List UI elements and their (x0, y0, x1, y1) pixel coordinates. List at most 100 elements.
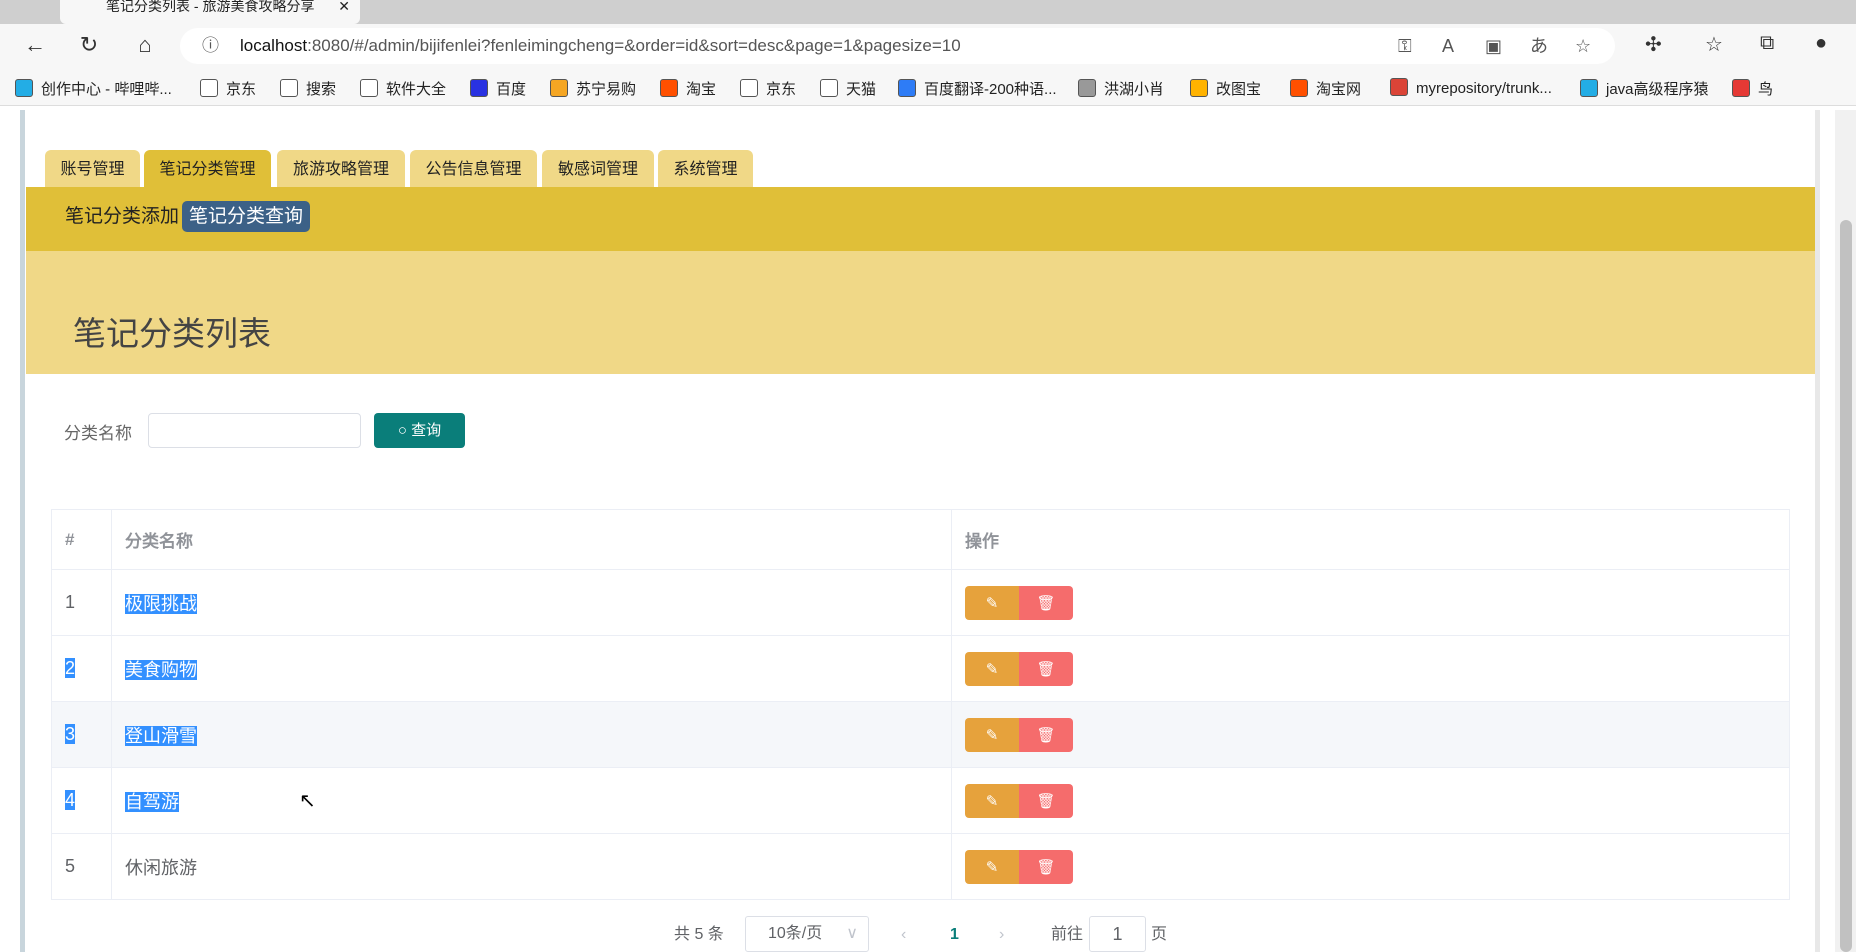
row-actions: ✎ 🗑 (951, 767, 1790, 834)
row-index-text: 1 (65, 592, 76, 612)
favorites-icon[interactable]: ☆ (1705, 32, 1723, 57)
col-name: 分类名称 (111, 509, 952, 570)
nav-tab-sensitive-words[interactable]: 敏感词管理 (542, 150, 654, 187)
row-index-text: 5 (65, 856, 76, 876)
edit-button[interactable]: ✎ (965, 717, 1019, 752)
info-icon[interactable]: ⓘ (202, 28, 219, 64)
edit-button[interactable]: ✎ (965, 651, 1019, 686)
read-aloud-icon[interactable]: A (1442, 28, 1454, 64)
bookmark-label: 软件大全 (386, 81, 447, 98)
nav-tab-travel-guides[interactable]: 旅游攻略管理 (277, 150, 405, 187)
bookmark-label: myrepository/trunk... (1416, 80, 1552, 97)
row-index: 2 (51, 635, 112, 702)
collections-icon[interactable]: ⧉ (1760, 32, 1774, 55)
reload-icon[interactable]: ↻ (74, 32, 104, 58)
translate-icon[interactable]: あ (1530, 28, 1548, 64)
bookmark-item[interactable]: 苏宁易购 (550, 78, 636, 99)
nav-tab-system[interactable]: 系统管理 (658, 150, 753, 187)
row-index-text: 2 (65, 658, 76, 678)
bookmark-item[interactable]: 搜索 (280, 78, 336, 99)
bookmark-label: 京东 (766, 81, 797, 98)
page-number-current[interactable]: 1 (950, 920, 959, 950)
bookmark-item[interactable]: 百度翻译-200种语... (898, 78, 1057, 99)
chevron-down-icon: ∨ (846, 925, 858, 942)
trash-icon: 🗑 (1036, 660, 1056, 678)
table-row[interactable]: 5 休闲旅游 ✎ 🗑 (51, 833, 1790, 900)
hd-icon[interactable]: ▣ (1485, 28, 1502, 64)
back-icon[interactable]: ← (20, 32, 50, 58)
page-size-value: 10条/页 (768, 925, 823, 942)
bookmark-icon (200, 79, 218, 97)
prev-page-button[interactable]: ‹ (901, 920, 906, 950)
row-index: 5 (51, 833, 112, 900)
bookmark-item[interactable]: 软件大全 (360, 78, 446, 99)
bookmark-item[interactable]: java高级程序猿 (1580, 78, 1709, 99)
favorite-add-icon[interactable]: ☆ (1575, 28, 1591, 64)
bookmark-label: 淘宝 (686, 81, 717, 98)
profile-avatar[interactable]: ● (1815, 32, 1827, 55)
extensions-icon[interactable]: ✣ (1645, 32, 1662, 57)
url-input[interactable]: ⓘ localhost:8080/#/admin/bijifenlei?fenle… (180, 28, 1615, 64)
bookmark-icon (660, 79, 678, 97)
key-icon[interactable]: ⚿ (1398, 28, 1412, 64)
bookmark-icon (1190, 79, 1208, 97)
bookmark-icon (1390, 78, 1408, 96)
table-row[interactable]: 2 美食购物 ✎ 🗑 (51, 635, 1790, 702)
bookmark-icon (280, 79, 298, 97)
mouse-cursor-icon: ↖ (299, 790, 316, 812)
pencil-icon: ✎ (985, 792, 999, 810)
row-actions: ✎ 🗑 (951, 635, 1790, 702)
trash-icon: 🗑 (1036, 726, 1056, 744)
bookmark-icon (550, 79, 568, 97)
delete-button[interactable]: 🗑 (1019, 651, 1073, 686)
bookmark-label: 京东 (226, 81, 257, 98)
bookmark-item[interactable]: 改图宝 (1190, 78, 1261, 99)
delete-button[interactable]: 🗑 (1019, 585, 1073, 620)
edit-button[interactable]: ✎ (965, 783, 1019, 818)
bookmark-icon (470, 79, 488, 97)
category-query-link[interactable]: 笔记分类查询 (182, 201, 311, 232)
bookmark-icon (360, 79, 378, 97)
row-name: 自驾游 (111, 767, 952, 834)
bookmark-item[interactable]: myrepository/trunk... (1390, 78, 1552, 97)
delete-button[interactable]: 🗑 (1019, 849, 1073, 884)
bookmarks-bar: 创作中心 - 哔哩哔... 京东 搜索 软件大全 百度 苏宁易购 淘宝 京东 天猫 百度翻译-20… (0, 68, 1856, 106)
nav-tab-accounts[interactable]: 账号管理 (45, 150, 140, 187)
table-row[interactable]: 3 登山滑雪 ✎ 🗑 (51, 701, 1790, 768)
bookmark-item[interactable]: 百度 (470, 78, 526, 99)
home-icon[interactable]: ⌂ (130, 32, 160, 58)
bookmark-item[interactable]: 天猫 (820, 78, 876, 99)
next-page-button[interactable]: › (999, 920, 1004, 950)
bookmark-item[interactable]: 京东 (740, 78, 796, 99)
nav-tab-note-categories[interactable]: 笔记分类管理 (144, 150, 271, 187)
goto-page-input[interactable]: 1 (1089, 916, 1146, 952)
bookmark-item[interactable]: 鸟 (1732, 78, 1773, 99)
delete-button[interactable]: 🗑 (1019, 783, 1073, 818)
category-name-input[interactable] (148, 413, 361, 448)
bookmark-icon (820, 79, 838, 97)
search-button[interactable]: ○ 查询 (374, 413, 465, 448)
bookmark-item[interactable]: 京东 (200, 78, 256, 99)
table-row[interactable]: 1 极限挑战 ✎ 🗑 (51, 569, 1790, 636)
bookmark-item[interactable]: 洪湖小肖 (1078, 78, 1164, 99)
category-add-link[interactable]: 笔记分类添加 (58, 201, 186, 232)
delete-button[interactable]: 🗑 (1019, 717, 1073, 752)
nav-tab-announcements[interactable]: 公告信息管理 (410, 150, 537, 187)
bookmark-item[interactable]: 淘宝 (660, 78, 716, 99)
page-size-select[interactable]: 10条/页 ∨ (745, 916, 869, 952)
row-actions: ✎ 🗑 (951, 701, 1790, 768)
close-tab-icon[interactable]: ✕ (338, 0, 350, 13)
row-actions: ✎ 🗑 (951, 833, 1790, 900)
bookmark-icon (740, 79, 758, 97)
pencil-icon: ✎ (985, 858, 999, 876)
edit-button[interactable]: ✎ (965, 849, 1019, 884)
col-actions: 操作 (951, 509, 1790, 570)
goto-label: 前往 (1051, 926, 1084, 943)
tab-title: 笔记分类列表 - 旅游美食攻略分享 (106, 0, 315, 14)
bookmark-item[interactable]: 创作中心 - 哔哩哔... (15, 78, 172, 99)
browser-tab[interactable]: 笔记分类列表 - 旅游美食攻略分享 ✕ (60, 0, 360, 24)
scrollbar-thumb[interactable] (1840, 220, 1852, 952)
pencil-icon: ✎ (985, 660, 999, 678)
edit-button[interactable]: ✎ (965, 585, 1019, 620)
bookmark-item[interactable]: 淘宝网 (1290, 78, 1361, 99)
